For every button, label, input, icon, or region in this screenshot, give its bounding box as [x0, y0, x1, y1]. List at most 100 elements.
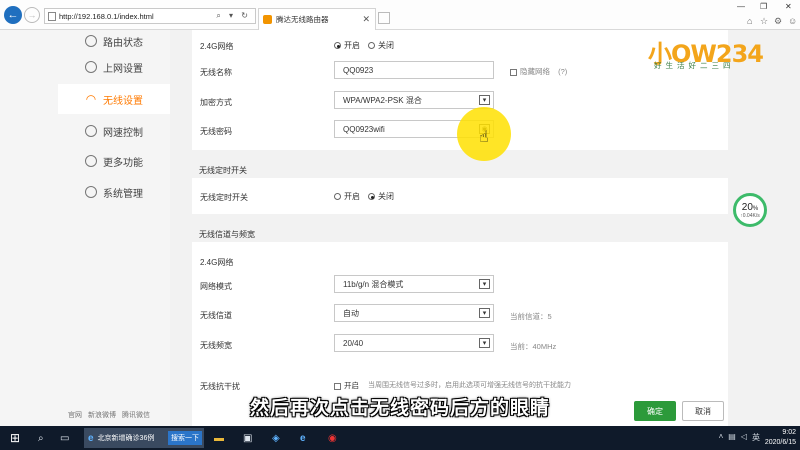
ime-indicator[interactable]: 英	[752, 432, 760, 443]
back-arrow-icon[interactable]: ←	[4, 6, 22, 24]
ssid-input[interactable]: QQ0923	[334, 61, 494, 79]
width-label: 无线频宽	[200, 341, 232, 350]
sidebar-item-label: 无线设置	[103, 95, 143, 107]
schedule-off-radio[interactable]: 关闭	[368, 191, 394, 202]
chevron-down-icon: ▾	[479, 308, 490, 318]
favorites-star-icon[interactable]: ☆	[760, 16, 768, 27]
taskbar: ⊞ ⌕ ▭ e 北京新增确诊36例 搜索一下 ▬ ▣ ◈ e ◉ ˄ ▤ ◁ 英…	[0, 426, 800, 450]
mode-value: 11b/g/n 混合模式	[343, 279, 404, 289]
speed-icon	[85, 125, 97, 137]
channel-section-title: 无线信道与频宽	[199, 230, 255, 239]
schedule-section-title: 无线定时开关	[199, 166, 247, 175]
close-window-icon[interactable]: ✕	[785, 2, 792, 11]
channel-select[interactable]: 自动 ▾	[334, 304, 494, 322]
anti-interference-label: 无线抗干扰	[200, 382, 240, 391]
hand-cursor-icon: ☝	[479, 129, 489, 146]
home-icon[interactable]: ⌂	[747, 16, 752, 26]
sidebar-item-label: 系统管理	[103, 188, 143, 200]
forward-arrow-icon[interactable]: →	[24, 7, 40, 23]
password-label: 无线密码	[200, 127, 232, 136]
band-label: 2.4G网络	[200, 42, 234, 51]
current-width-text: 当前：40MHz	[510, 342, 557, 351]
sidebar-item-more[interactable]: 更多功能	[58, 146, 170, 176]
sidebar-item-system[interactable]: 系统管理	[58, 177, 170, 207]
gear-icon	[85, 186, 97, 198]
news-text: 北京新增确诊36例	[97, 435, 155, 442]
mode-select[interactable]: 11b/g/n 混合模式 ▾	[334, 275, 494, 293]
width-value: 20/40	[343, 338, 364, 348]
channel-value: 自动	[343, 308, 359, 318]
taskbar-news-item[interactable]: e 北京新增确诊36例 搜索一下	[84, 428, 204, 448]
current-channel-text: 当前信道：5	[510, 312, 552, 321]
tab-router[interactable]: 腾达无线路由器 ✕	[258, 8, 376, 30]
globe-icon	[85, 61, 97, 73]
main-panel: 2.4G网络 开启 关闭 无线名称 QQ0923 隐藏网络 (?) 加密方式 W…	[192, 30, 728, 426]
chevron-down-icon: ▾	[479, 279, 490, 289]
store-icon[interactable]: ▣	[243, 430, 252, 446]
band-on-radio[interactable]: 开启	[334, 40, 360, 51]
minimize-icon[interactable]: —	[737, 2, 745, 11]
tab-close-icon[interactable]: ✕	[362, 14, 370, 25]
band-radio-group: 开启 关闭	[334, 40, 394, 51]
grid-icon	[85, 155, 97, 167]
mode-label: 网络模式	[200, 282, 232, 291]
search-icon[interactable]: ⌕	[38, 430, 44, 446]
encrypt-select[interactable]: WPA/WPA2-PSK 混合 ▾	[334, 91, 494, 109]
sidebar-item-label: 网速控制	[103, 127, 143, 139]
address-url: http://192.168.0.1/index.html	[59, 11, 154, 21]
smiley-icon[interactable]: ☺	[788, 16, 797, 26]
page-icon	[48, 12, 56, 21]
network-icon[interactable]: ▤	[728, 432, 736, 443]
wifi-icon: ◠	[85, 92, 97, 106]
speed-percent: 20%	[741, 202, 759, 213]
system-tray: ˄ ▤ ◁ 英	[719, 432, 760, 443]
task-view-icon[interactable]: ▭	[60, 430, 69, 446]
channel-card: 2.4G网络 网络模式 11b/g/n 混合模式 ▾ 无线信道 自动 ▾ 当前信…	[192, 242, 728, 398]
tab-title: 腾达无线路由器	[276, 15, 329, 24]
new-tab-button[interactable]	[378, 12, 390, 24]
settings-gear-icon[interactable]: ⚙	[774, 16, 782, 27]
status-icon	[85, 35, 97, 47]
edge-icon[interactable]: e	[300, 430, 306, 446]
ssid-label: 无线名称	[200, 68, 232, 77]
width-select[interactable]: 20/40 ▾	[334, 334, 494, 352]
band-off-radio[interactable]: 关闭	[368, 40, 394, 51]
clock[interactable]: 9:02 2020/6/15	[765, 428, 796, 448]
schedule-card: 无线定时开关 开启 关闭	[192, 178, 728, 214]
video-subtitle: 然后再次点击无线密码后方的眼睛	[249, 398, 550, 419]
app-icon[interactable]: ◈	[272, 430, 280, 446]
encrypt-value: WPA/WPA2-PSK 混合	[343, 95, 422, 105]
schedule-radio-group: 开启 关闭	[334, 191, 394, 202]
sidebar-item-wireless[interactable]: ◠ 无线设置	[58, 84, 170, 114]
encrypt-label: 加密方式	[200, 98, 232, 107]
restore-icon[interactable]: ❐	[760, 2, 767, 11]
sidebar-item-label: 更多功能	[103, 157, 143, 169]
search-button[interactable]: 搜索一下	[168, 431, 202, 445]
sidebar-item-internet[interactable]: 上网设置	[58, 52, 170, 82]
anti-interference-checkbox[interactable]: 开启	[334, 380, 359, 391]
chevron-down-icon: ▾	[479, 95, 490, 105]
channel-band-label: 2.4G网络	[200, 258, 234, 267]
password-value: QQ0923wifi	[343, 124, 385, 134]
file-explorer-icon[interactable]: ▬	[214, 430, 224, 446]
address-bar[interactable]: http://192.168.0.1/index.html ⌕ ▾ ↻	[44, 8, 256, 24]
chevron-up-icon[interactable]: ˄	[719, 432, 724, 443]
hide-network-checkbox[interactable]: 隐藏网络 (?)	[510, 66, 567, 77]
windows-start-icon[interactable]: ⊞	[10, 430, 20, 446]
address-tools-icon[interactable]: ⌕ ▾ ↻	[216, 11, 251, 21]
sidebar-item-label: 路由状态	[103, 37, 143, 49]
clock-date: 2020/6/15	[764, 439, 796, 446]
clock-time: 9:02	[782, 429, 796, 436]
chevron-down-icon: ▾	[479, 338, 490, 348]
channel-label: 无线信道	[200, 311, 232, 320]
schedule-on-radio[interactable]: 开启	[334, 191, 360, 202]
record-icon[interactable]: ◉	[328, 430, 337, 446]
volume-icon[interactable]: ◁	[741, 432, 747, 443]
sidebar-item-label: 上网设置	[103, 63, 143, 75]
sidebar-item-speed[interactable]: 网速控制	[58, 116, 170, 146]
tab-favicon-icon	[263, 15, 272, 24]
speed-widget[interactable]: 20% ↑0.04K/s	[733, 193, 767, 227]
schedule-label: 无线定时开关	[200, 193, 248, 202]
speed-rate: ↑0.04K/s	[740, 213, 760, 219]
anti-interference-hint: 当周围无线信号过多时，启用此选项可增强无线信号的抗干扰能力	[368, 382, 571, 389]
